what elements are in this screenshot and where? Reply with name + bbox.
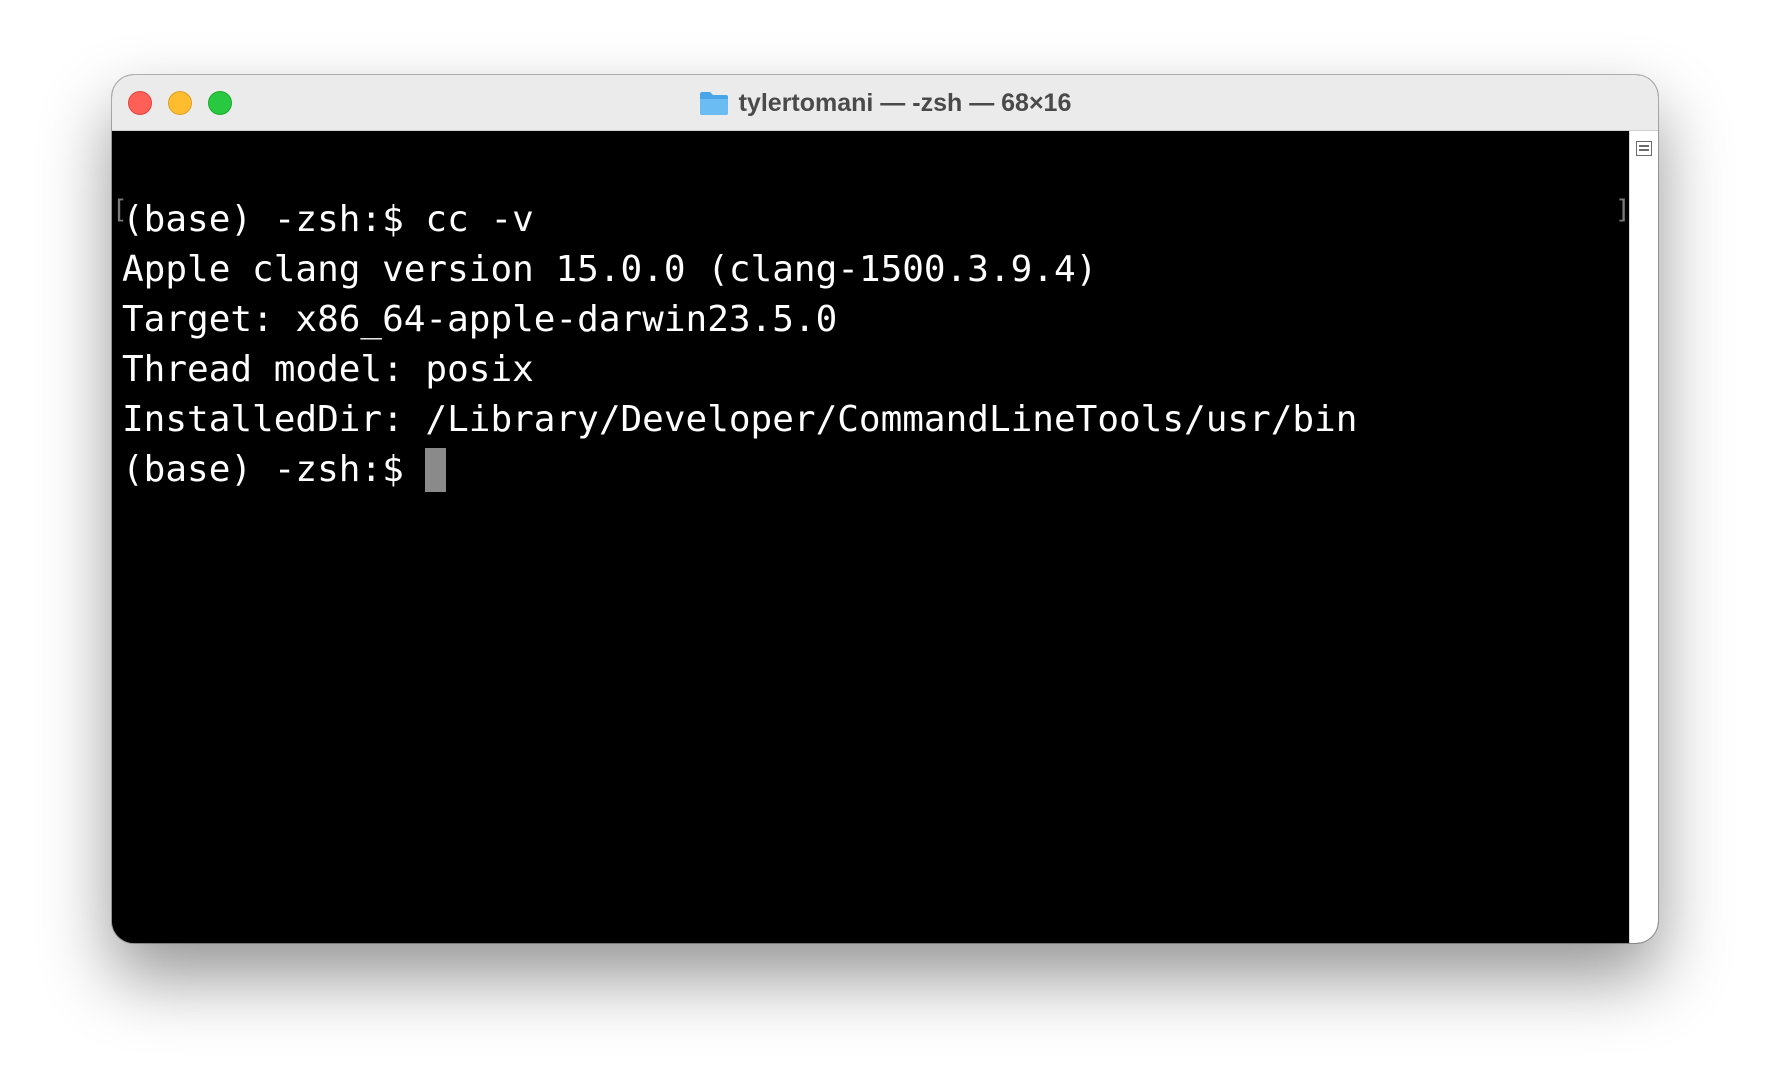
window-title: tylertomani — -zsh — 68×16	[738, 88, 1072, 117]
terminal-line: InstalledDir: /Library/Developer/Command…	[122, 399, 1358, 440]
terminal-window: tylertomani — -zsh — 68×16 [ ] (base) -z…	[112, 75, 1658, 943]
prompt-line[interactable]: (base) -zsh:$	[122, 445, 1357, 495]
terminal-content[interactable]: [ ] (base) -zsh:$ cc -v Apple clang vers…	[112, 131, 1631, 943]
scrollbar[interactable]	[1629, 131, 1658, 943]
terminal-output: (base) -zsh:$ cc -v Apple clang version …	[122, 195, 1357, 495]
title-bar[interactable]: tylertomani — -zsh — 68×16	[112, 75, 1658, 131]
split-pane-icon[interactable]	[1636, 141, 1652, 156]
terminal-line: Apple clang version 15.0.0 (clang-1500.3…	[122, 249, 1098, 290]
terminal-line: Target: x86_64-apple-darwin23.5.0	[122, 299, 838, 340]
prompt: (base) -zsh:$	[122, 449, 426, 490]
window-title-group: tylertomani — -zsh — 68×16	[112, 75, 1658, 131]
terminal-line: (base) -zsh:$ cc -v	[122, 199, 534, 240]
folder-icon	[699, 92, 728, 115]
text-cursor	[425, 448, 447, 492]
terminal-line: Thread model: posix	[122, 349, 534, 390]
